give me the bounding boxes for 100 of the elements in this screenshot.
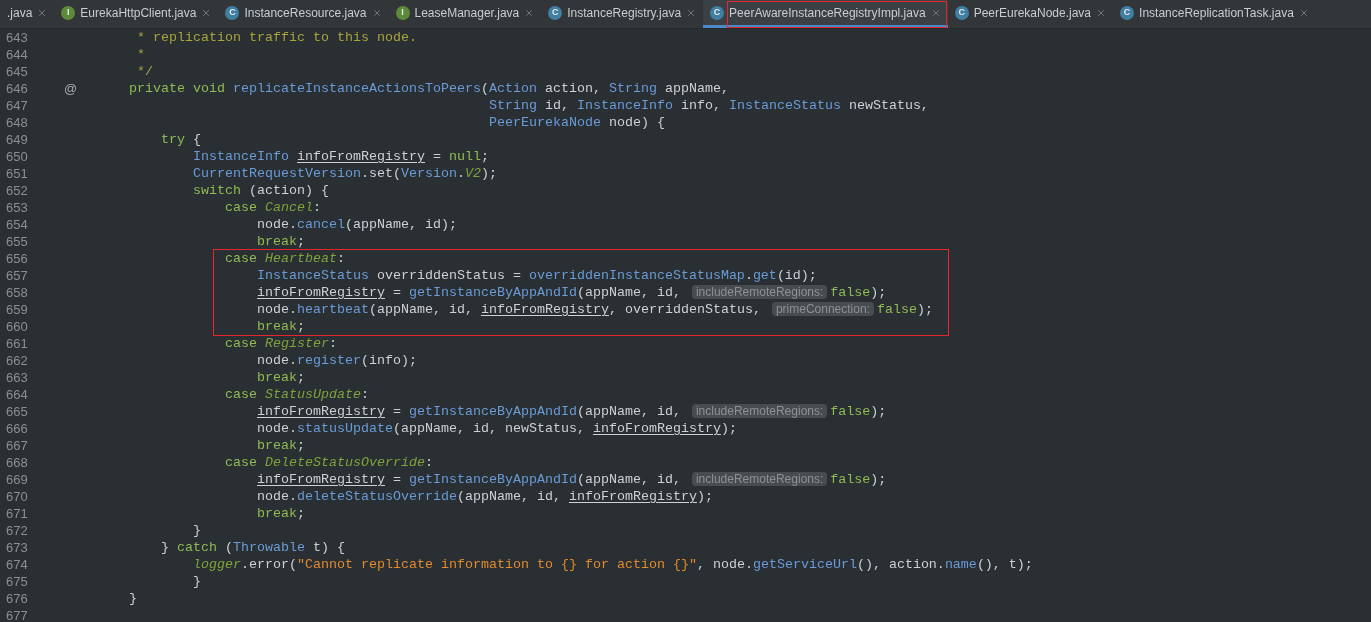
tab-label: InstanceRegistry.java (567, 4, 682, 22)
editor-tab[interactable]: .java (0, 0, 55, 28)
line-number: 643 (5, 29, 29, 46)
line-number: 669 (5, 471, 29, 488)
code-line: node.statusUpdate(appName, id, newStatus, infoFromRegistry); (255, 420, 737, 437)
editor-tab[interactable]: C InstanceResource.java (218, 0, 389, 28)
code-line: break; (255, 369, 305, 386)
close-icon[interactable] (1298, 7, 1309, 18)
close-icon[interactable] (686, 7, 697, 18)
editor-tab[interactable]: C InstanceRegistry.java (541, 0, 704, 28)
code-line: switch (action) { (192, 182, 329, 199)
tab-label: .java (7, 4, 33, 22)
file-type-icon: C (548, 5, 563, 20)
editor-tab[interactable]: C PeerAwareInstanceRegistryImpl.java (703, 0, 948, 28)
line-number: 675 (5, 573, 29, 590)
code-line: } (192, 573, 201, 590)
tab-label: PeerEurekaNode.java (973, 4, 1092, 22)
line-number: 645 (5, 63, 29, 80)
code-line: private void replicateInstanceActionsToPeers(Action action, String appName, (128, 80, 729, 97)
code-line: node.heartbeat(appName, id, infoFromRegistry, overriddenStatus, primeConnection: false); (255, 301, 933, 318)
line-number: 644 (5, 46, 29, 63)
tab-label: InstanceResource.java (244, 4, 367, 22)
line-number: 674 (5, 556, 29, 573)
line-number: 651 (5, 165, 29, 182)
line-number: 647 (5, 97, 29, 114)
code-line: } (128, 590, 137, 607)
line-number: 666 (5, 420, 29, 437)
close-icon[interactable] (524, 7, 535, 18)
code-line: node.register(info); (255, 352, 417, 369)
close-icon[interactable] (37, 7, 48, 18)
close-icon[interactable] (930, 7, 941, 18)
code-line: break; (255, 505, 305, 522)
file-type-icon: C (954, 5, 969, 20)
code-line: * (136, 46, 145, 63)
editor-tab[interactable]: C InstanceReplicationTask.java (1113, 0, 1316, 28)
code-line: node.deleteStatusOverride(appName, id, infoFromRegistry); (255, 488, 713, 505)
code-line: case Heartbeat: (224, 250, 345, 267)
line-number: 652 (5, 182, 29, 199)
line-number: 664 (5, 386, 29, 403)
file-type-icon: I (395, 5, 410, 20)
code-line: * replication traffic to this node. (136, 29, 417, 46)
code-line: } (192, 522, 201, 539)
line-number: 658 (5, 284, 29, 301)
line-number: 648 (5, 114, 29, 131)
file-type-icon: C (1120, 5, 1135, 20)
code-line: InstanceStatus overriddenStatus = overriddenInstanceStatusMap.get(id); (255, 267, 817, 284)
code-line: PeerEurekaNode node) { (487, 114, 665, 131)
code-line: InstanceInfo infoFromRegistry = null; (192, 148, 489, 165)
file-type-icon: I (61, 5, 76, 20)
line-number: 660 (5, 318, 29, 335)
line-number: 661 (5, 335, 29, 352)
code-line: infoFromRegistry = getInstanceByAppAndId(appName, id, includeRemoteRegions: false); (255, 284, 887, 301)
line-number: 663 (5, 369, 29, 386)
code-line: logger.error("Cannot replicate information to {} for action {}", node.getServiceUrl(), action.name(), t); (192, 556, 1033, 573)
code-line: infoFromRegistry = getInstanceByAppAndId(appName, id, includeRemoteRegions: false); (255, 471, 887, 488)
close-icon[interactable] (201, 7, 212, 18)
code-line: break; (255, 437, 305, 454)
line-number: 659 (5, 301, 29, 318)
line-number: 668 (5, 454, 29, 471)
line-number: 656 (5, 250, 29, 267)
file-type-icon: C (710, 5, 725, 20)
line-number: 667 (5, 437, 29, 454)
tab-label: PeerAwareInstanceRegistryImpl.java (729, 4, 926, 22)
editor-tab[interactable]: I LeaseManager.java (388, 0, 542, 28)
close-icon[interactable] (1096, 7, 1107, 18)
line-number: 676 (5, 590, 29, 607)
code-line: case StatusUpdate: (224, 386, 369, 403)
line-number: 654 (5, 216, 29, 233)
tab-label: InstanceReplicationTask.java (1139, 4, 1294, 22)
code-line: case Register: (224, 335, 337, 352)
line-number: 657 (5, 267, 29, 284)
line-number: 670 (5, 488, 29, 505)
line-number: 649 (5, 131, 29, 148)
tab-label: EurekaHttpClient.java (80, 4, 197, 22)
gutter-marker[interactable]: @ (64, 80, 78, 97)
code-line: CurrentRequestVersion.set(Version.V2); (192, 165, 497, 182)
code-line: } catch (Throwable t) { (160, 539, 345, 556)
code-line: break; (255, 233, 305, 250)
code-line: try { (160, 131, 201, 148)
code-line: String id, InstanceInfo info, InstanceStatus newStatus, (487, 97, 929, 114)
line-number: 646 (5, 80, 29, 97)
line-number: 662 (5, 352, 29, 369)
code-line: case DeleteStatusOverride: (224, 454, 433, 471)
editor-tab[interactable]: C PeerEurekaNode.java (947, 0, 1114, 28)
editor-tab[interactable]: I EurekaHttpClient.java (54, 0, 219, 28)
line-number: 653 (5, 199, 29, 216)
code-line: */ (136, 63, 153, 80)
line-number: 677 (5, 607, 29, 622)
close-icon[interactable] (371, 7, 382, 18)
line-number: 655 (5, 233, 29, 250)
line-number: 672 (5, 522, 29, 539)
line-number: 673 (5, 539, 29, 556)
tab-label: LeaseManager.java (414, 4, 520, 22)
line-number: 665 (5, 403, 29, 420)
code-line: infoFromRegistry = getInstanceByAppAndId(appName, id, includeRemoteRegions: false); (255, 403, 887, 420)
code-line: break; (255, 318, 305, 335)
code-line: case Cancel: (224, 199, 321, 216)
file-type-icon: C (225, 5, 240, 20)
code-line: node.cancel(appName, id); (255, 216, 457, 233)
line-number: 671 (5, 505, 29, 522)
